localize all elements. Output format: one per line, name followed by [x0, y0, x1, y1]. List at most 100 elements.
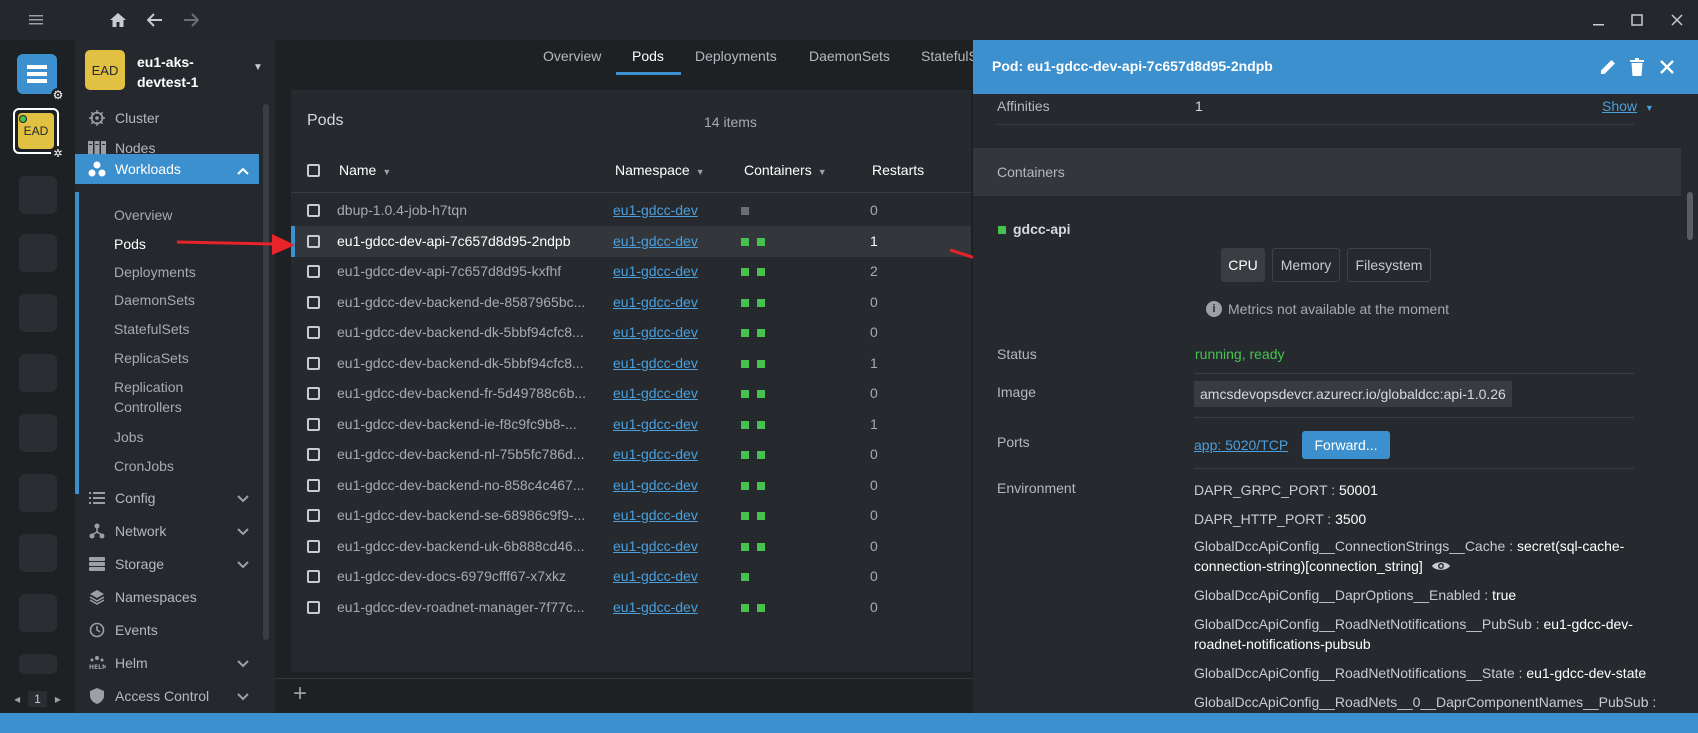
- column-header-containers[interactable]: Containers ▼: [744, 162, 827, 178]
- namespace-link[interactable]: eu1-gdcc-dev: [613, 202, 698, 218]
- show-affinities-link[interactable]: Show ▼: [1602, 98, 1654, 114]
- metric-tab-cpu[interactable]: CPU: [1221, 248, 1265, 282]
- reveal-secret-eye-icon[interactable]: [1431, 557, 1451, 577]
- submenu-item-daemonsets[interactable]: DaemonSets: [114, 290, 254, 310]
- namespace-link[interactable]: eu1-gdcc-dev: [613, 294, 698, 310]
- table-row[interactable]: eu1-gdcc-dev-backend-nl-75b5fc786d... eu1…: [291, 439, 971, 470]
- pager-prev-icon[interactable]: ◂: [14, 692, 20, 706]
- table-row[interactable]: eu1-gdcc-dev-backend-dk-5bbf94cfc8... eu1…: [291, 317, 971, 348]
- minimize-icon[interactable]: [1587, 8, 1611, 32]
- table-row[interactable]: eu1-gdcc-dev-backend-no-858c4c467... eu1-…: [291, 470, 971, 501]
- sidebar-item-network[interactable]: Network: [75, 515, 259, 547]
- namespace-link[interactable]: eu1-gdcc-dev: [613, 538, 698, 554]
- namespace-link[interactable]: eu1-gdcc-dev: [613, 568, 698, 584]
- namespace-link[interactable]: eu1-gdcc-dev: [613, 446, 698, 462]
- hotbar-slot[interactable]: [19, 654, 57, 674]
- back-arrow-icon[interactable]: [143, 8, 167, 32]
- table-row[interactable]: eu1-gdcc-dev-api-7c657d8d95-kxfhf eu1-gdc…: [291, 256, 971, 287]
- hotbar-slot[interactable]: [19, 474, 57, 512]
- table-row[interactable]: eu1-gdcc-dev-backend-de-8587965bc... eu1-…: [291, 287, 971, 318]
- submenu-item-replication-controllers[interactable]: Replication Controllers: [114, 377, 204, 417]
- table-row[interactable]: eu1-gdcc-dev-api-7c657d8d95-2ndpb eu1-gdc…: [291, 225, 971, 257]
- namespace-link[interactable]: eu1-gdcc-dev: [613, 233, 698, 249]
- hotbar-slot[interactable]: [19, 534, 57, 572]
- hotbar-slot[interactable]: [19, 414, 57, 452]
- hotbar-slot[interactable]: [19, 176, 57, 214]
- row-checkbox[interactable]: [307, 509, 320, 522]
- table-row[interactable]: eu1-gdcc-dev-backend-dk-5bbf94cfc8... eu1…: [291, 348, 971, 379]
- row-checkbox[interactable]: [307, 570, 320, 583]
- add-tab-icon[interactable]: +: [293, 680, 307, 708]
- hotbar-slot[interactable]: [19, 234, 57, 272]
- table-row[interactable]: eu1-gdcc-dev-backend-ie-f8c9fc9b8-... eu1…: [291, 409, 971, 440]
- table-row[interactable]: eu1-gdcc-dev-backend-se-68986c9f9-... eu1…: [291, 500, 971, 531]
- row-checkbox[interactable]: [307, 539, 320, 553]
- tab-deployments[interactable]: Deployments: [695, 48, 777, 64]
- row-checkbox[interactable]: [307, 295, 320, 309]
- row-checkbox[interactable]: [307, 478, 320, 492]
- sidebar-item-access-control[interactable]: Access Control: [75, 680, 259, 712]
- namespace-link[interactable]: eu1-gdcc-dev: [613, 477, 698, 493]
- delete-trash-icon[interactable]: [1626, 56, 1648, 78]
- submenu-item-deployments[interactable]: Deployments: [114, 262, 254, 282]
- table-row[interactable]: eu1-gdcc-dev-roadnet-manager-7f77c... eu1…: [291, 592, 971, 623]
- menu-icon[interactable]: [24, 8, 48, 32]
- tab-pods[interactable]: Pods: [632, 48, 664, 64]
- sidebar-item-storage[interactable]: Storage: [75, 548, 259, 580]
- table-row[interactable]: eu1-gdcc-dev-backend-uk-6b888cd46... eu1-…: [291, 531, 971, 562]
- sidebar-item-config[interactable]: Config: [75, 482, 259, 514]
- chevron-down-icon[interactable]: ▼: [253, 62, 263, 73]
- namespace-link[interactable]: eu1-gdcc-dev: [613, 324, 698, 340]
- home-icon[interactable]: [106, 8, 130, 32]
- sidebar-item-namespaces[interactable]: Namespaces: [75, 581, 259, 613]
- sidebar-item-cluster[interactable]: Cluster: [75, 102, 259, 134]
- namespace-link[interactable]: eu1-gdcc-dev: [613, 599, 698, 615]
- column-header-restarts[interactable]: Restarts: [872, 162, 924, 178]
- port-forward-button[interactable]: Forward...: [1302, 431, 1390, 459]
- catalog-button[interactable]: [17, 54, 57, 94]
- port-link[interactable]: app: 5020/TCP: [1194, 437, 1288, 453]
- row-checkbox[interactable]: [307, 356, 320, 370]
- close-drawer-icon[interactable]: [1656, 56, 1678, 78]
- namespace-link[interactable]: eu1-gdcc-dev: [613, 507, 698, 523]
- select-all-checkbox[interactable]: [307, 164, 320, 177]
- hotbar-slot[interactable]: [19, 594, 57, 632]
- row-checkbox[interactable]: [307, 600, 320, 614]
- sidebar-item-events[interactable]: Events: [75, 614, 259, 646]
- cluster-header[interactable]: EAD eu1-aks-devtest-1 ▼: [85, 50, 275, 106]
- table-row[interactable]: dbup-1.0.4-job-h7tqn eu1-gdcc-dev 0: [291, 195, 971, 226]
- submenu-item-overview[interactable]: Overview: [114, 205, 254, 225]
- tab-overview[interactable]: Overview: [543, 48, 601, 64]
- namespace-link[interactable]: eu1-gdcc-dev: [613, 355, 698, 371]
- edit-pencil-icon[interactable]: [1597, 56, 1619, 78]
- table-row[interactable]: eu1-gdcc-dev-docs-6979cfff67-x7xkz eu1-gd…: [291, 561, 971, 592]
- namespace-link[interactable]: eu1-gdcc-dev: [613, 385, 698, 401]
- row-checkbox[interactable]: [307, 417, 320, 431]
- row-checkbox[interactable]: [307, 387, 320, 400]
- row-checkbox[interactable]: [307, 234, 320, 248]
- row-checkbox[interactable]: [307, 204, 320, 217]
- namespace-link[interactable]: eu1-gdcc-dev: [613, 263, 698, 279]
- maximize-icon[interactable]: [1625, 8, 1649, 32]
- sidebar-item-helm[interactable]: HELM Helm: [75, 647, 259, 679]
- metric-tab-filesystem[interactable]: Filesystem: [1347, 248, 1431, 282]
- forward-arrow-icon[interactable]: [179, 8, 203, 32]
- metric-tab-memory[interactable]: Memory: [1272, 248, 1340, 282]
- submenu-item-statefulsets[interactable]: StatefulSets: [114, 319, 254, 339]
- submenu-item-cronjobs[interactable]: CronJobs: [114, 456, 254, 476]
- sidebar-scrollbar[interactable]: [263, 104, 269, 640]
- pager-next-icon[interactable]: ▸: [55, 692, 61, 706]
- sidebar-item-workloads[interactable]: Workloads: [75, 154, 259, 184]
- column-header-namespace[interactable]: Namespace ▼: [615, 162, 705, 178]
- tab-statefulsets[interactable]: StatefulS: [921, 48, 978, 64]
- row-checkbox[interactable]: [307, 448, 320, 461]
- column-header-name[interactable]: Name ▼: [339, 162, 391, 178]
- table-row[interactable]: eu1-gdcc-dev-backend-fr-5d49788c6b... eu1…: [291, 378, 971, 409]
- hotbar-slot[interactable]: [19, 354, 57, 392]
- drawer-scrollbar[interactable]: [1687, 192, 1693, 240]
- submenu-item-replicasets[interactable]: ReplicaSets: [114, 348, 254, 368]
- row-checkbox[interactable]: [307, 326, 320, 339]
- close-window-icon[interactable]: [1665, 8, 1689, 32]
- row-checkbox[interactable]: [307, 265, 320, 278]
- submenu-item-jobs[interactable]: Jobs: [114, 427, 254, 447]
